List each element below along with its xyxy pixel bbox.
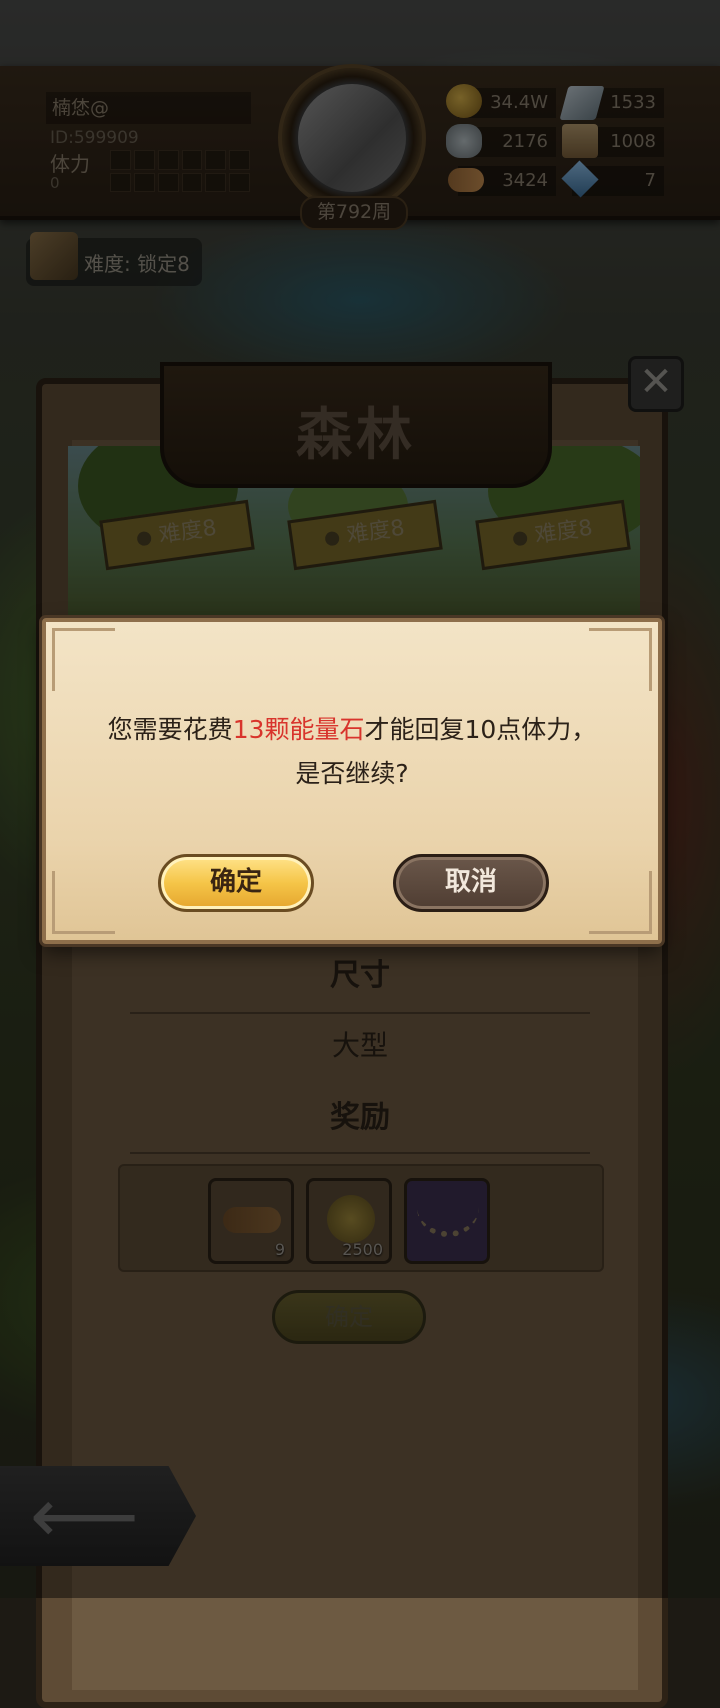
dialog-corner-ornament [589, 871, 652, 934]
dialog-message-suffix: 才能回复10点体力， [364, 715, 597, 744]
dialog-corner-ornament [589, 628, 652, 691]
dialog-message-highlight: 13颗能量石 [232, 715, 365, 744]
dialog-corner-ornament [52, 628, 115, 691]
dialog-message-line2: 是否继续? [295, 759, 409, 788]
confirm-button[interactable]: 确定 [158, 854, 314, 912]
dialog-message-prefix: 您需要花费 [107, 715, 233, 744]
dialog-corner-ornament [52, 871, 115, 934]
dialog-message: 您需要花费13颗能量石才能回复10点体力， 是否继续? [42, 708, 662, 796]
cancel-button[interactable]: 取消 [393, 854, 549, 912]
